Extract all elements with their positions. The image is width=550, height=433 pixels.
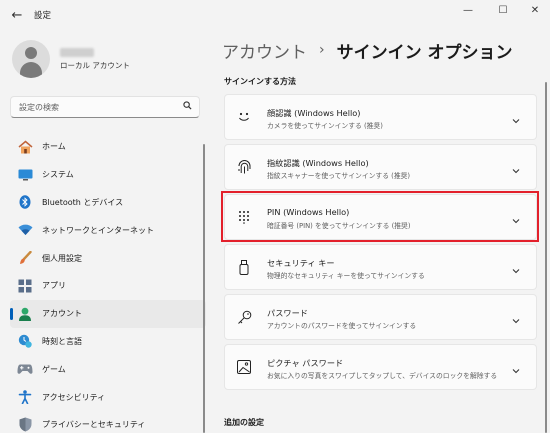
option-title: 指紋認識 (Windows Hello) — [267, 158, 369, 168]
apps-icon — [17, 278, 33, 294]
chevron-down-icon[interactable] — [510, 112, 522, 124]
sidebar-item-privacy[interactable]: プライバシーとセキュリティ — [10, 411, 206, 433]
sidebar-item-home[interactable]: ホーム — [10, 133, 206, 161]
signin-option-security-key[interactable]: セキュリティ キー 物理的なセキュリティ キーを使ってサインインする — [224, 244, 537, 290]
option-description: 指紋スキャナーを使ってサインインする (推奨) — [267, 172, 411, 180]
user-profile: ローカル アカウント — [12, 40, 202, 80]
option-title: パスワード — [267, 308, 308, 318]
bluetooth-icon — [17, 194, 33, 210]
key-icon — [236, 309, 252, 325]
brush-icon — [17, 250, 33, 266]
wifi-icon — [17, 222, 33, 238]
search-icon[interactable] — [183, 101, 192, 113]
pin-option-highlight — [221, 191, 539, 242]
user-name-redacted — [60, 48, 94, 57]
avatar — [12, 40, 50, 78]
sidebar-item-time-language[interactable]: 時刻と言語 — [10, 328, 206, 356]
search-input[interactable] — [19, 100, 179, 114]
chevron-down-icon[interactable] — [510, 262, 522, 274]
sidebar-item-network[interactable]: ネットワークとインターネット — [10, 216, 206, 244]
main-scrollbar[interactable] — [545, 82, 547, 433]
time-language-icon — [17, 333, 33, 349]
minimize-button[interactable]: — — [453, 2, 483, 20]
chevron-down-icon[interactable] — [510, 312, 522, 324]
signin-option-password[interactable]: パスワード アカウントのパスワードを使ってサインインする — [224, 294, 537, 340]
sidebar-item-personalization[interactable]: 個人用設定 — [10, 244, 206, 272]
option-description: アカウントのパスワードを使ってサインインする — [267, 322, 417, 330]
picture-icon — [236, 359, 252, 375]
section-title-additional-settings: 追加の設定 — [224, 418, 264, 427]
breadcrumb-parent[interactable]: アカウント — [222, 38, 307, 63]
close-button[interactable]: ✕ — [520, 2, 550, 20]
account-type-label: ローカル アカウント — [60, 61, 130, 70]
game-icon — [17, 361, 33, 377]
account-icon — [17, 306, 33, 322]
face-icon — [236, 109, 252, 125]
signin-option-face[interactable]: 顔認識 (Windows Hello) カメラを使ってサインインする (推奨) — [224, 94, 537, 140]
sidebar-item-system[interactable]: システム — [10, 161, 206, 189]
chevron-down-icon[interactable] — [510, 162, 522, 174]
sidebar-nav: ホーム システム Bluetooth とデバイス ネットワークとインターネット … — [10, 133, 206, 433]
option-title: ピクチャ パスワード — [267, 358, 344, 368]
breadcrumb-separator: › — [319, 42, 325, 58]
section-title-signin-methods: サインインする方法 — [224, 77, 296, 86]
title-bar: ← 設定 — ☐ ✕ — [0, 0, 550, 32]
accessibility-icon — [17, 389, 33, 405]
chevron-down-icon[interactable] — [510, 362, 522, 374]
option-title: 顔認識 (Windows Hello) — [267, 108, 361, 118]
search-box[interactable] — [10, 96, 200, 118]
maximize-button[interactable]: ☐ — [488, 2, 518, 20]
sidebar-item-accounts[interactable]: アカウント — [10, 299, 206, 328]
option-description: 物理的なセキュリティ キーを使ってサインインする — [267, 272, 425, 280]
sidebar-item-bluetooth[interactable]: Bluetooth とデバイス — [10, 189, 206, 217]
back-button[interactable]: ← — [8, 7, 26, 25]
usb-key-icon — [236, 259, 252, 275]
sidebar-item-accessibility[interactable]: アクセシビリティ — [10, 383, 206, 411]
signin-option-picture-password[interactable]: ピクチャ パスワード お気に入りの写真をスワイプしてタップして、デバイスのロック… — [224, 344, 537, 390]
fingerprint-icon — [236, 159, 252, 175]
sidebar-item-apps[interactable]: アプリ — [10, 272, 206, 300]
breadcrumb: アカウント › サインイン オプション — [222, 36, 513, 64]
home-icon — [17, 139, 33, 155]
sidebar-item-gaming[interactable]: ゲーム — [10, 355, 206, 383]
app-title: 設定 — [34, 11, 52, 21]
option-description: カメラを使ってサインインする (推奨) — [267, 122, 383, 130]
option-description: お気に入りの写真をスワイプしてタップして、デバイスのロックを解除する — [267, 372, 498, 380]
sidebar-scrollbar[interactable] — [203, 144, 205, 433]
signin-option-fingerprint[interactable]: 指紋認識 (Windows Hello) 指紋スキャナーを使ってサインインする … — [224, 144, 537, 190]
option-title: セキュリティ キー — [267, 258, 335, 268]
system-icon — [17, 167, 33, 183]
page-title: サインイン オプション — [336, 42, 513, 63]
shield-icon — [17, 417, 33, 433]
